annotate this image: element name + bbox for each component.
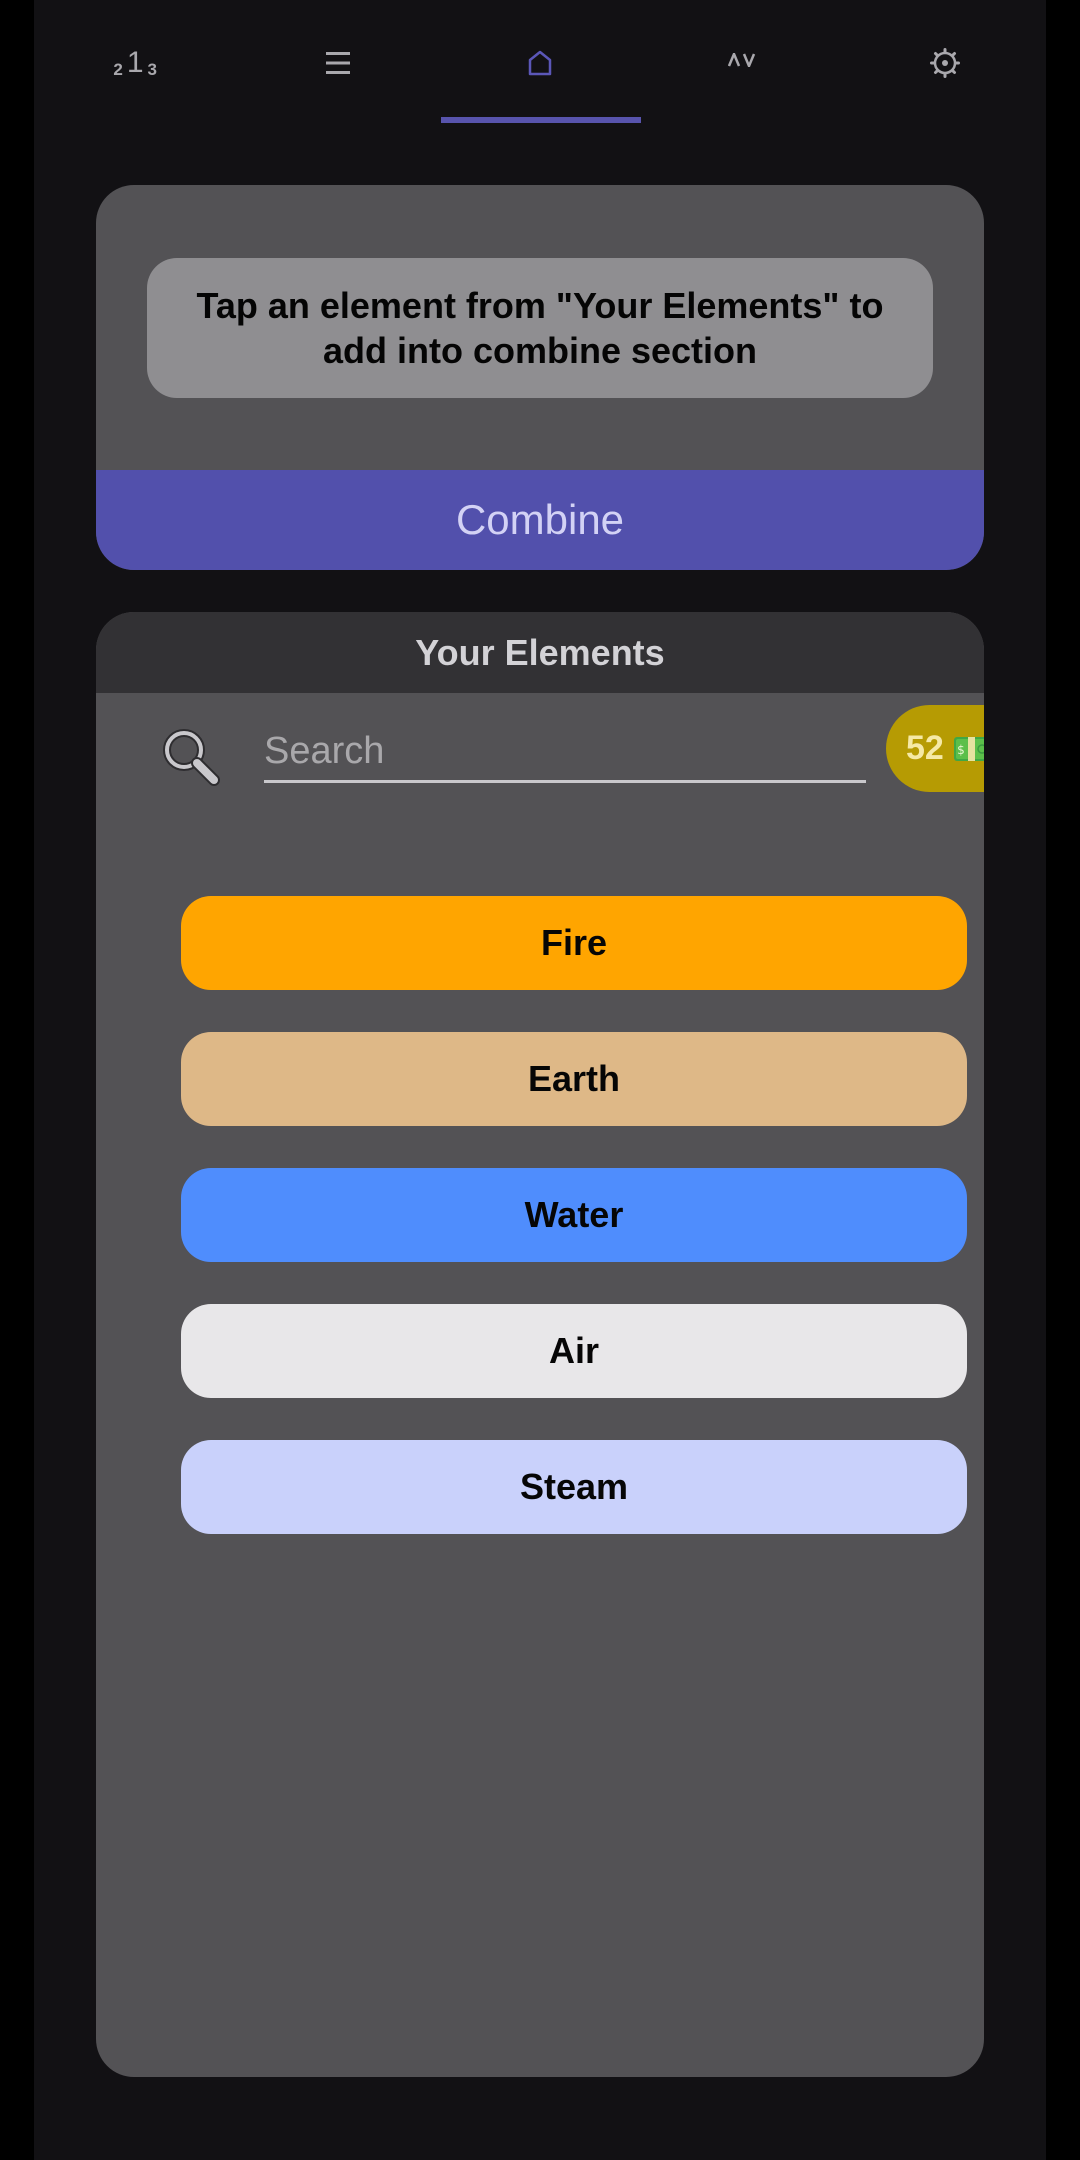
element-item-steam[interactable]: Steam: [181, 1440, 967, 1534]
tab-home[interactable]: [439, 0, 642, 128]
app-screen: 213 Tap an element from "Your Elements" …: [34, 0, 1046, 2160]
combine-section: Tap an element from "Your Elements" to a…: [96, 185, 984, 570]
top-nav: 213: [34, 0, 1046, 128]
money-icon: $: [953, 736, 984, 761]
leaderboard-glyph-1: 1: [126, 46, 144, 79]
search-icon[interactable]: [160, 726, 222, 788]
your-elements-panel: Your Elements 52 $: [96, 612, 984, 2077]
combine-hint-text: Tap an element from "Your Elements" to a…: [196, 285, 884, 371]
menu-icon: [325, 51, 351, 75]
element-item-earth[interactable]: Earth: [181, 1032, 967, 1126]
coin-count: 52: [906, 729, 944, 767]
element-list: Fire Earth Water Air Steam: [181, 896, 967, 1576]
active-tab-indicator: [440, 117, 642, 123]
svg-text:$: $: [957, 743, 965, 757]
your-elements-title: Your Elements: [415, 631, 665, 673]
coin-balance-badge: 52 $: [886, 705, 984, 792]
element-item-air[interactable]: Air: [181, 1304, 967, 1398]
tab-sort[interactable]: [641, 0, 843, 128]
sort-icon: [728, 53, 756, 67]
leaderboard-glyph-2: 2: [113, 59, 123, 79]
your-elements-header: Your Elements: [96, 612, 984, 693]
tab-settings[interactable]: [844, 0, 1046, 128]
gear-icon: [929, 48, 960, 78]
element-item-water[interactable]: Water: [181, 1168, 967, 1262]
leaderboard-icon: 213: [113, 48, 157, 78]
combine-slot-hint: Tap an element from "Your Elements" to a…: [147, 258, 933, 398]
combine-button[interactable]: Combine: [96, 470, 984, 570]
search-field[interactable]: [264, 722, 866, 783]
home-icon: [528, 50, 552, 76]
element-item-fire[interactable]: Fire: [181, 896, 967, 990]
tab-leaderboard[interactable]: 213: [34, 0, 236, 128]
leaderboard-glyph-3: 3: [147, 59, 158, 79]
search-input[interactable]: [264, 722, 866, 780]
tab-list[interactable]: [236, 0, 438, 128]
